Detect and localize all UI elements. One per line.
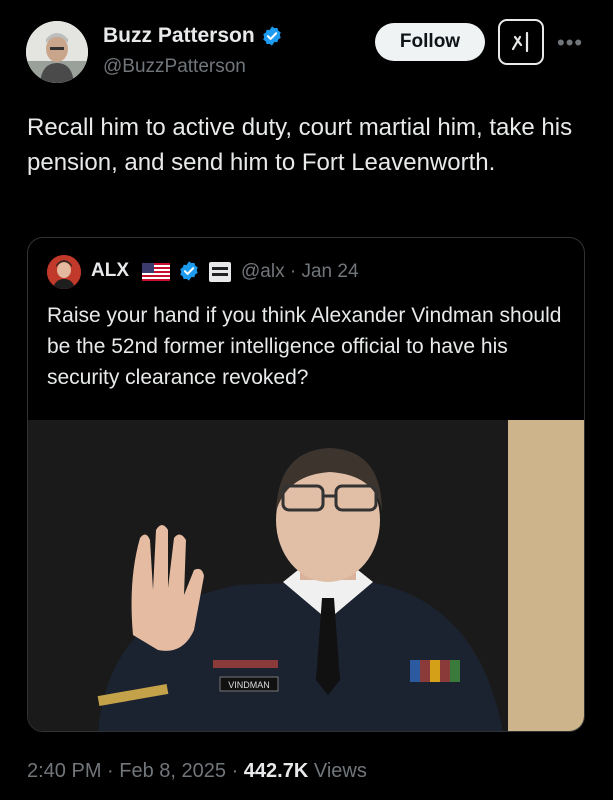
follow-button[interactable]: Follow <box>375 23 485 61</box>
tweet-text: Recall him to active duty, court martial… <box>27 114 573 176</box>
tweet-date[interactable]: Feb 8, 2025 <box>119 760 226 782</box>
tweet-footer: 2:40 PM · Feb 8, 2025 · 442.7K Views <box>27 760 367 782</box>
views-count: 442.7K <box>243 760 309 782</box>
us-flag-icon <box>142 263 170 281</box>
quoted-author-avatar[interactable] <box>47 255 81 289</box>
author-name[interactable]: Buzz Patterson <box>103 24 255 48</box>
views-label: Views <box>313 760 367 782</box>
affiliate-badge-icon <box>209 262 231 282</box>
quoted-author-name[interactable]: ALX <box>91 260 129 282</box>
author-avatar[interactable] <box>26 21 88 83</box>
nameplate-text: VINDMAN <box>228 680 270 690</box>
author-name-row[interactable]: Buzz Patterson <box>103 24 283 48</box>
verified-icon <box>262 26 281 46</box>
grok-button[interactable] <box>498 19 544 65</box>
verified-icon <box>180 261 198 281</box>
quoted-tweet-image[interactable]: VINDMAN <box>28 420 584 731</box>
more-icon[interactable]: ••• <box>557 30 583 56</box>
quoted-tweet-text: Raise your hand if you think Alexander V… <box>47 304 562 389</box>
grok-icon <box>511 31 529 53</box>
author-handle[interactable]: @BuzzPatterson <box>103 56 246 78</box>
tweet-time[interactable]: 2:40 PM <box>27 760 101 782</box>
quoted-tweet-card[interactable]: ALX @alx · Jan 24 Raise your hand if you… <box>27 237 585 732</box>
quoted-meta: @alx · Jan 24 <box>241 261 359 282</box>
